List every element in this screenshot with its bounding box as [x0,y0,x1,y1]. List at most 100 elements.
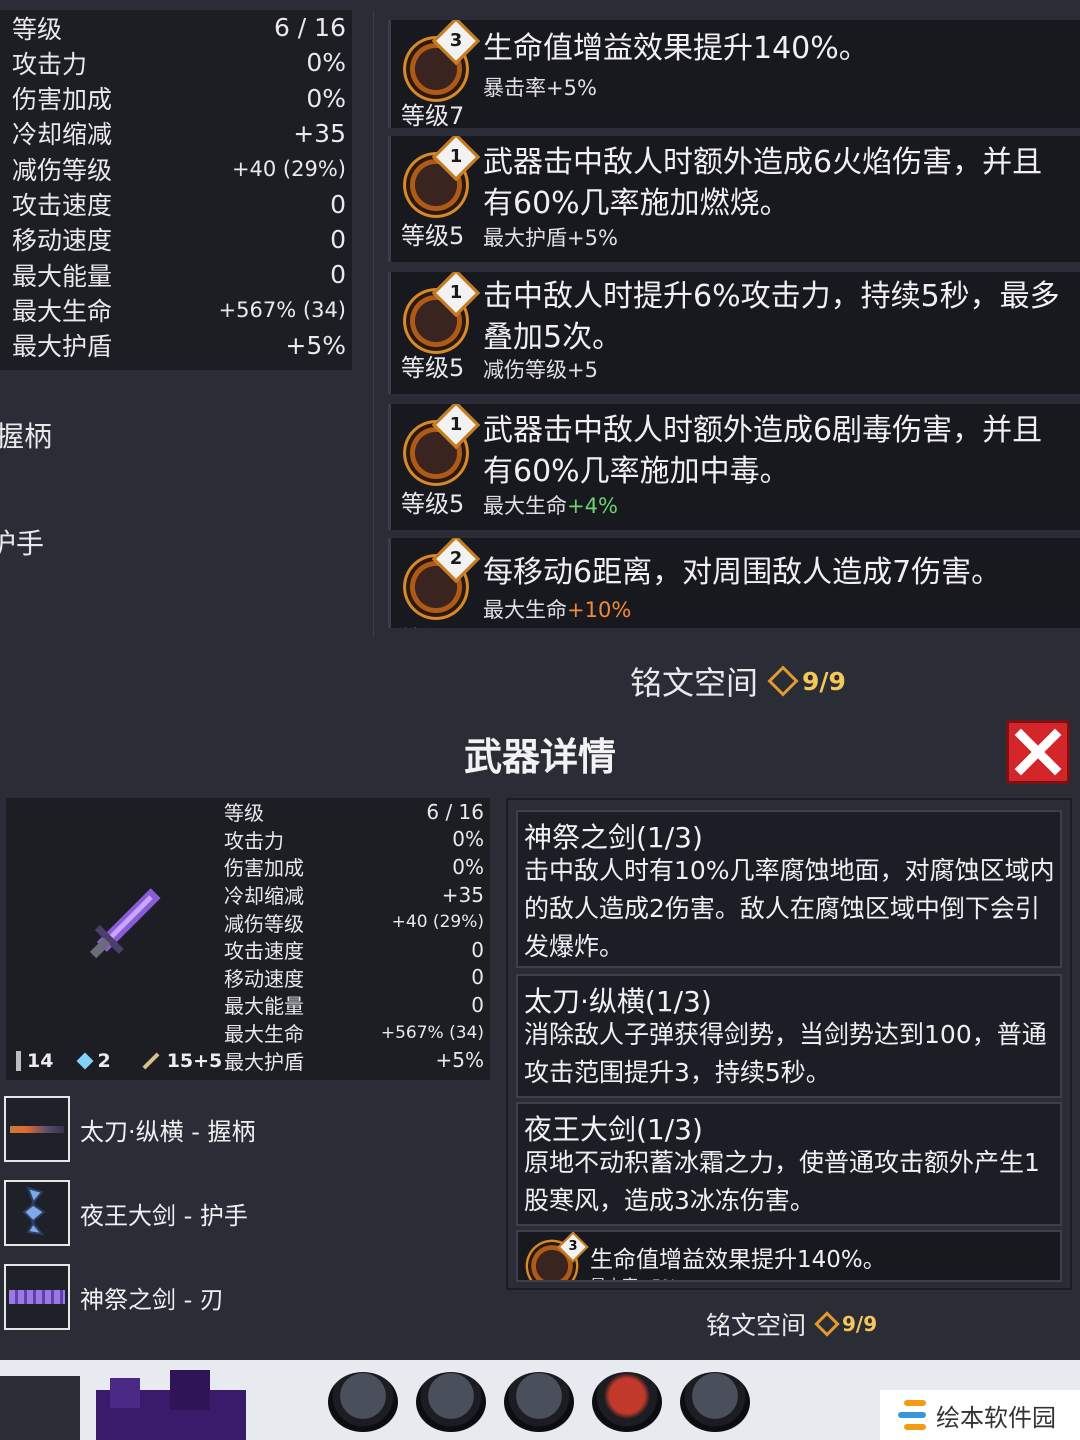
perk-desc: 生命值增益效果提升140%。 [483,31,869,66]
stat-row: 伤害加成 0% [224,853,484,881]
stat-label: 最大能量 [12,261,113,291]
stat-row: 等级 6 / 16 [224,798,484,826]
perk-card[interactable]: 1 等级5 武器击中敌人时额外造成6火焰伤害，并且有60%几率施加燃烧。 最大护盾+5… [388,136,1080,262]
hero-stats-panel: 等级 6 / 16 攻击力 0% 伤害加成 0% 冷却缩减 +35 减伤等级 +40 (29%) 攻… [0,10,352,370]
stat-label: 等级 [12,14,63,44]
stat-label: 最大护盾 [12,332,113,362]
perk-card[interactable]: 1 等级5 武器击中敌人时额外造成6剧毒伤害，并且有60%几率施加中毒。 最大生命+4… [388,404,1080,530]
stat-value: 0 [471,937,484,962]
perk-bonus: 暴击率+5% [483,72,597,102]
stat-value: 0 [471,992,484,1017]
inscription-card: 神祭之剑(1/3) 击中敌人时有10%几率腐蚀地面，对腐蚀区域内的敌人造成2伤害。… [516,810,1062,968]
perk-rank: 3 [449,30,463,51]
attack-count: 15+5 [166,1050,223,1072]
perk-level: 等级7 [401,102,465,128]
stat-label: 最大能量 [224,994,304,1019]
stat-row: 移动速度 0 [0,222,352,257]
stat-row: 冷却缩减 +35 [224,881,484,909]
stat-value: 6 / 16 [273,13,346,42]
stat-value: +40 (29%) [391,912,484,933]
stat-label: 等级 [224,801,264,826]
perk-bonus-label: 暴击率+5% [483,76,597,100]
inscription-card: 夜王大剑(1/3) 原地不动积蓄冰霜之力，使普通攻击额外产生1股寒风，造成3冰冻伤… [516,1102,1062,1226]
hotbar-slot-sword[interactable] [680,1372,750,1432]
stat-value: +35 [441,882,484,907]
stat-row: 最大护盾 +5% [0,328,352,363]
stat-row: 最大护盾 +5% [224,1046,484,1074]
stat-value: 0 [330,260,346,290]
part-blade-label: 神祭之剑 - 刃 [80,1285,224,1314]
stat-value: 0% [306,83,346,113]
stat-value: 0% [452,854,484,879]
stat-row: 冷却缩减 +35 [0,116,352,151]
stat-value: +5% [285,330,346,360]
hotbar-slot-spear[interactable] [416,1372,486,1432]
perk-rank: 1 [449,282,463,303]
gem-count: 2 [97,1050,111,1072]
inscription-space-value: 9/9 [802,666,846,696]
stat-label: 冷却缩减 [224,884,304,909]
perk-bonus-label: 最大生命 [483,598,567,622]
inscription-space-value-bottom: 9/9 [842,1312,878,1336]
stat-label: 移动速度 [224,966,304,991]
blade-count: 14 [27,1050,54,1072]
perk-card[interactable]: 3 等级7 生命值增益效果提升140%。暴击率+5% [388,20,1080,128]
side-label-grip: 握柄 [0,420,53,453]
perk-card[interactable]: 2 等级5 每移动6距离，对周围敌人造成7伤害。最大生命+10% [388,538,1080,628]
perk-bonus: 减伤等级+5 [483,354,598,384]
stat-label: 攻击力 [224,828,284,853]
blade-part-icon [4,1264,70,1330]
part-grip[interactable]: 太刀·纵横 - 握柄 [4,1096,256,1162]
inscription-desc: 原地不动积蓄冰霜之力，使普通攻击额外产生1股寒风，造成3冰冻伤害。 [524,1148,1040,1215]
part-guard-label: 夜王大剑 - 护手 [80,1201,248,1230]
perk-level: 等级5 [401,354,465,382]
perk-desc: 武器击中敌人时额外造成6剧毒伤害，并且有60%几率施加中毒。 [483,413,1043,489]
stat-label: 伤害加成 [224,856,304,881]
stat-row: 减伤等级 +40 (29%) [224,908,484,936]
stat-label: 减伤等级 [12,155,113,185]
perk-level: 等级5 [401,620,464,628]
stat-label: 最大生命 [12,296,113,326]
mini-perk: 3 生命值增益效果提升140%。 暴击率+5% [516,1230,1062,1282]
stat-row: 最大能量 0 [224,991,484,1019]
stat-value: +35 [293,118,346,148]
stat-row: 攻击速度 0 [0,187,352,222]
stat-row: 最大生命 +567% (34) [0,292,352,327]
grip-part-icon [4,1096,70,1162]
perk-bonus-value: +4% [567,494,618,518]
brand-logo-icon [898,1398,928,1432]
hotbar-slot-skill[interactable] [504,1372,574,1432]
stat-value: 0% [452,827,484,852]
part-blade[interactable]: 神祭之剑 - 刃 [4,1264,224,1330]
perk-card[interactable]: 1 等级5 击中敌人时提升6%攻击力，持续5秒，最多叠加5次。 减伤等级+5 [388,272,1080,394]
perk-level: 等级5 [401,222,465,250]
stat-row: 移动速度 0 [224,964,484,992]
perk-desc: 击中敌人时提升6%攻击力，持续5秒，最多叠加5次。 [483,279,1060,355]
attack-icon [142,1052,160,1070]
mini-perk-desc: 生命值增益效果提升140%。 [590,1247,886,1273]
guard-part-icon [4,1180,70,1246]
brand-text: 绘本软件园 [936,1403,1056,1432]
perk-bonus: 最大生命+10% [483,594,631,624]
close-button[interactable] [1006,720,1070,784]
stat-value: 0 [471,965,484,990]
rune-icon [814,1311,840,1337]
hotbar-slot-pet[interactable] [592,1372,662,1432]
blade-count-icon [16,1051,21,1071]
stat-row: 攻击力 0% [0,45,352,80]
perk-bonus: 最大生命+4% [483,490,618,520]
stat-row: 伤害加成 0% [0,81,352,116]
stat-label: 攻击力 [12,49,88,79]
hotbar-slot-armor[interactable] [328,1372,398,1432]
perk-bonus-value: +10% [567,598,632,622]
inscription-title: 太刀·纵横(1/3) [524,985,712,1018]
inscription-desc: 击中敌人时有10%几率腐蚀地面，对腐蚀区域内的敌人造成2伤害。敌人在腐蚀区域中倒… [524,856,1055,961]
stat-row: 攻击力 0% [224,826,484,854]
side-label-guard: 护手 [0,527,45,560]
inscription-space-bottom: 铭文空间 9/9 [706,1306,877,1342]
stat-label: 攻击速度 [224,939,304,964]
inscription-title: 夜王大剑(1/3) [524,1113,703,1146]
part-guard[interactable]: 夜王大剑 - 护手 [4,1180,248,1246]
inscription-title: 神祭之剑(1/3) [524,821,703,854]
stat-label: 减伤等级 [224,911,304,936]
